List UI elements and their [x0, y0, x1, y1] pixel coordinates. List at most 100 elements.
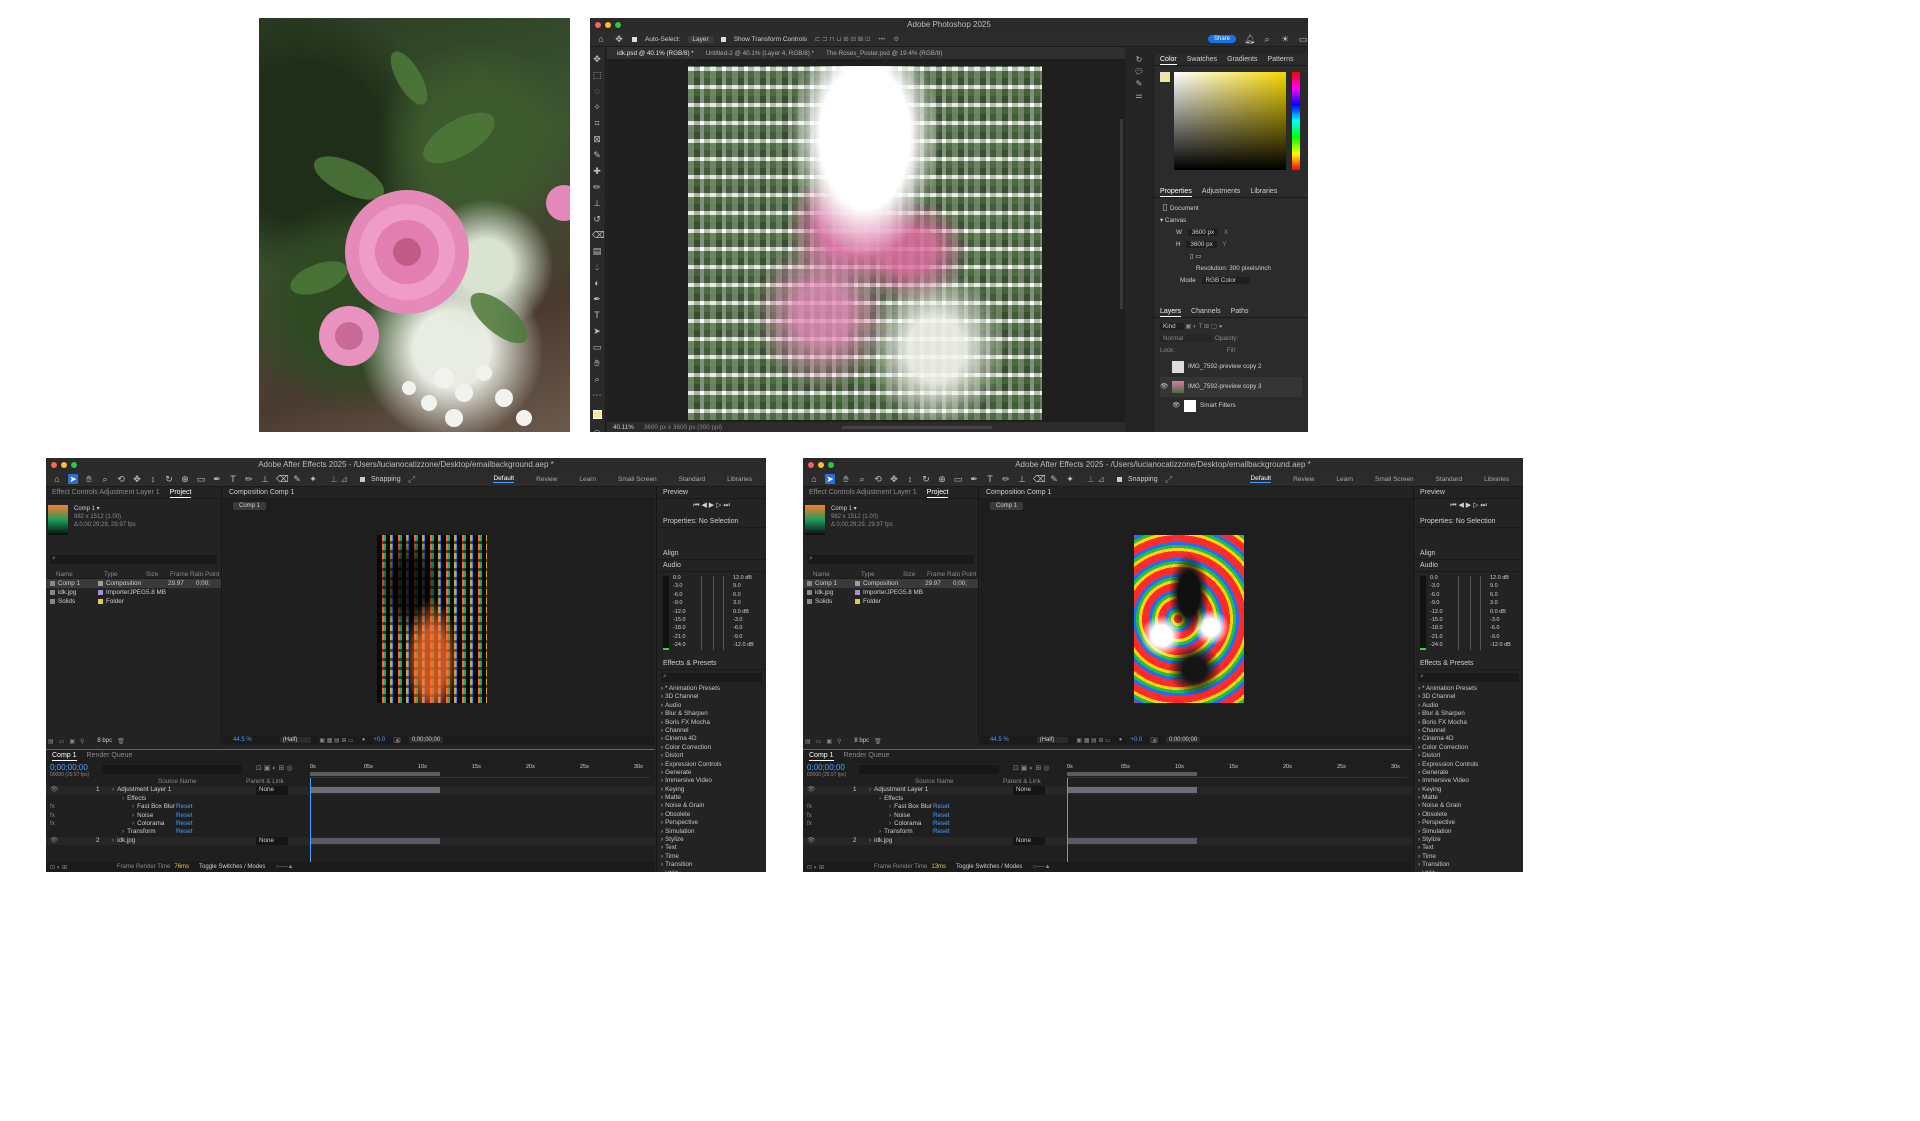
eraser-tool-icon[interactable]: ⌫ [1033, 474, 1046, 484]
tab-project[interactable]: Project [926, 487, 949, 498]
effect-reset-link[interactable]: Reset [176, 828, 192, 836]
color-field[interactable] [1174, 72, 1286, 170]
viewer-timecode[interactable]: 0;00;00;00 [1165, 737, 1201, 743]
pen-tool-icon[interactable]: ✒ [212, 474, 222, 484]
effects-category[interactable]: › Cinema 4D [1414, 735, 1523, 743]
zoom-icon[interactable] [615, 22, 621, 28]
tab-render-queue[interactable]: Render Queue [87, 750, 133, 761]
effects-category[interactable]: › Keying [1414, 786, 1523, 794]
effects-category[interactable]: › Simulation [657, 828, 766, 836]
project-column-header[interactable]: In Point [955, 570, 977, 578]
workspace-tab-learn[interactable]: Learn [579, 476, 596, 483]
show-transform-checkbox[interactable] [720, 36, 726, 42]
workspace-tab-small-screen[interactable]: Small Screen [618, 476, 657, 483]
time-ruler[interactable]: 0s 05s 10s 15s 20s 25s 30s [310, 762, 650, 778]
home-icon[interactable]: ⌂ [52, 474, 62, 484]
tab-project[interactable]: Project [169, 487, 192, 498]
zoom-slider[interactable]: ○──▲ [1032, 864, 1050, 870]
visibility-icon[interactable]: fx [50, 803, 55, 811]
shape-tool-icon[interactable]: ▭ [953, 474, 963, 484]
visibility-icon[interactable]: fx [807, 803, 812, 811]
selection-tool-icon[interactable]: ➤ [68, 474, 78, 484]
axis-icons[interactable]: ⊥ ⊿ [1081, 474, 1111, 484]
effects-search-input[interactable]: ⌕ [1418, 673, 1519, 682]
frame-tool-icon[interactable]: ⊠ [590, 131, 604, 147]
zoom-icon[interactable] [828, 462, 834, 468]
zoom-tool-icon[interactable]: ⌕ [590, 371, 604, 387]
close-icon[interactable] [808, 462, 814, 468]
ps-vertical-scrollbar[interactable] [1120, 119, 1123, 309]
effects-category[interactable]: › 3D Channel [657, 693, 766, 701]
more-tools-icon[interactable]: ⋯ [590, 387, 604, 403]
ps-horizontal-scrollbar[interactable] [841, 425, 992, 429]
flowchart-icon[interactable]: ⚲ [837, 738, 841, 745]
playhead[interactable] [310, 778, 311, 863]
visibility-icon[interactable]: fx [50, 812, 55, 820]
effects-search-input[interactable]: ⌕ [661, 673, 762, 682]
effect-reset-link[interactable]: Reset [176, 803, 192, 811]
roto-tool-icon[interactable]: ✎ [292, 474, 302, 484]
flowchart-icon[interactable]: ⚲ [80, 738, 84, 745]
tab-timeline-comp[interactable]: Comp 1 [809, 750, 834, 761]
work-area-bar[interactable] [1067, 772, 1197, 776]
visibility-icon[interactable]: 👁︎ [807, 837, 815, 845]
snapshot-icon[interactable]: 📷︎ [1150, 737, 1158, 744]
effects-category[interactable]: › Time [1414, 853, 1523, 861]
move-tool-icon[interactable]: ✥ [590, 51, 604, 67]
magic-wand-icon[interactable]: ✧ [590, 99, 604, 115]
timeline-layer-row[interactable]: › Transform Reset [46, 828, 655, 836]
comp-breadcrumb[interactable]: Comp 1 [990, 502, 1024, 510]
effects-category[interactable]: › Immersive Video [1414, 777, 1523, 785]
project-item[interactable]: Solids Folder [803, 597, 978, 606]
workspace-tab-standard[interactable]: Standard [1436, 476, 1462, 483]
workspace-tab-default[interactable]: Default [1250, 475, 1272, 483]
exposure-value[interactable]: +0.0 [373, 737, 385, 743]
puppet-tool-icon[interactable]: ✦ [308, 474, 318, 484]
audio-fader-mid[interactable] [1470, 576, 1471, 650]
viewer-icons[interactable]: ▣ ▦ ▤ ⊞ ▭ [319, 737, 353, 744]
effects-category[interactable]: › Noise & Grain [657, 802, 766, 810]
viewer-icons[interactable]: ▣ ▦ ▤ ⊞ ▭ [1076, 737, 1110, 744]
workspace-tab-default[interactable]: Default [493, 475, 515, 483]
effects-category[interactable]: › Channel [1414, 727, 1523, 735]
pen-tool-icon[interactable]: ✒ [969, 474, 979, 484]
quick-mask-icon[interactable]: ◎ [590, 425, 604, 432]
history-panel-icon[interactable]: ↻ [1130, 54, 1148, 66]
effects-category[interactable]: › Distort [657, 752, 766, 760]
share-button[interactable]: Share [1207, 35, 1236, 43]
eye-icon[interactable]: 👁︎ [1160, 381, 1168, 393]
viewer-timecode[interactable]: 0;00;00;00 [408, 737, 444, 743]
pan-tool-icon[interactable]: ✥ [132, 474, 142, 484]
effects-category[interactable]: › Time [657, 853, 766, 861]
blend-mode[interactable]: Normal [1160, 335, 1214, 342]
puppet-tool-icon[interactable]: ✦ [1065, 474, 1075, 484]
eye-icon[interactable]: 👁︎ [1172, 400, 1180, 412]
work-area-bar[interactable] [310, 772, 440, 776]
effects-category[interactable]: › Perspective [1414, 819, 1523, 827]
layout-icon[interactable]: ▭ [1298, 34, 1308, 44]
stamp-tool-icon[interactable]: ⊥ [260, 474, 270, 484]
effects-category[interactable]: › Perspective [657, 819, 766, 827]
tab-composition[interactable]: Composition Comp 1 [986, 487, 1051, 498]
brush-panel-icon[interactable]: ✎ [1130, 78, 1148, 90]
timeline-layer-row[interactable]: 👁︎ 2 › idk.jpg None [46, 836, 655, 846]
zoom-slider[interactable]: ○──▲ [275, 864, 293, 870]
doc-tab-2[interactable]: Untitled-2 @ 40.1% (Layer 4, RGB/8) * [706, 50, 814, 57]
effects-category[interactable]: › Text [657, 844, 766, 852]
effects-category[interactable]: › Audio [657, 702, 766, 710]
effects-category[interactable]: › Noise & Grain [1414, 802, 1523, 810]
effects-category[interactable]: › Generate [657, 769, 766, 777]
timeline-layer-row[interactable]: fx › Noise Reset [803, 812, 1412, 820]
dodge-tool-icon[interactable]: ◐ [590, 275, 604, 291]
effects-category[interactable]: › Generate [1414, 769, 1523, 777]
comp-info-name[interactable]: Comp 1 ▾ [74, 505, 136, 513]
project-column-header[interactable]: Name [56, 570, 104, 578]
project-item[interactable]: Comp 1 Composition 29.97 0;00; [46, 579, 221, 588]
home-icon[interactable]: ⌂ [809, 474, 819, 484]
adjust-panel-icon[interactable]: ⚌ [1130, 90, 1148, 102]
project-column-header[interactable]: In Point [198, 570, 220, 578]
tab-adjustments[interactable]: Adjustments [1202, 186, 1241, 197]
dolly-tool-icon[interactable]: ↕ [148, 474, 158, 484]
trash-icon[interactable]: 🗑︎ [874, 738, 882, 745]
effects-category[interactable]: › Keying [657, 786, 766, 794]
